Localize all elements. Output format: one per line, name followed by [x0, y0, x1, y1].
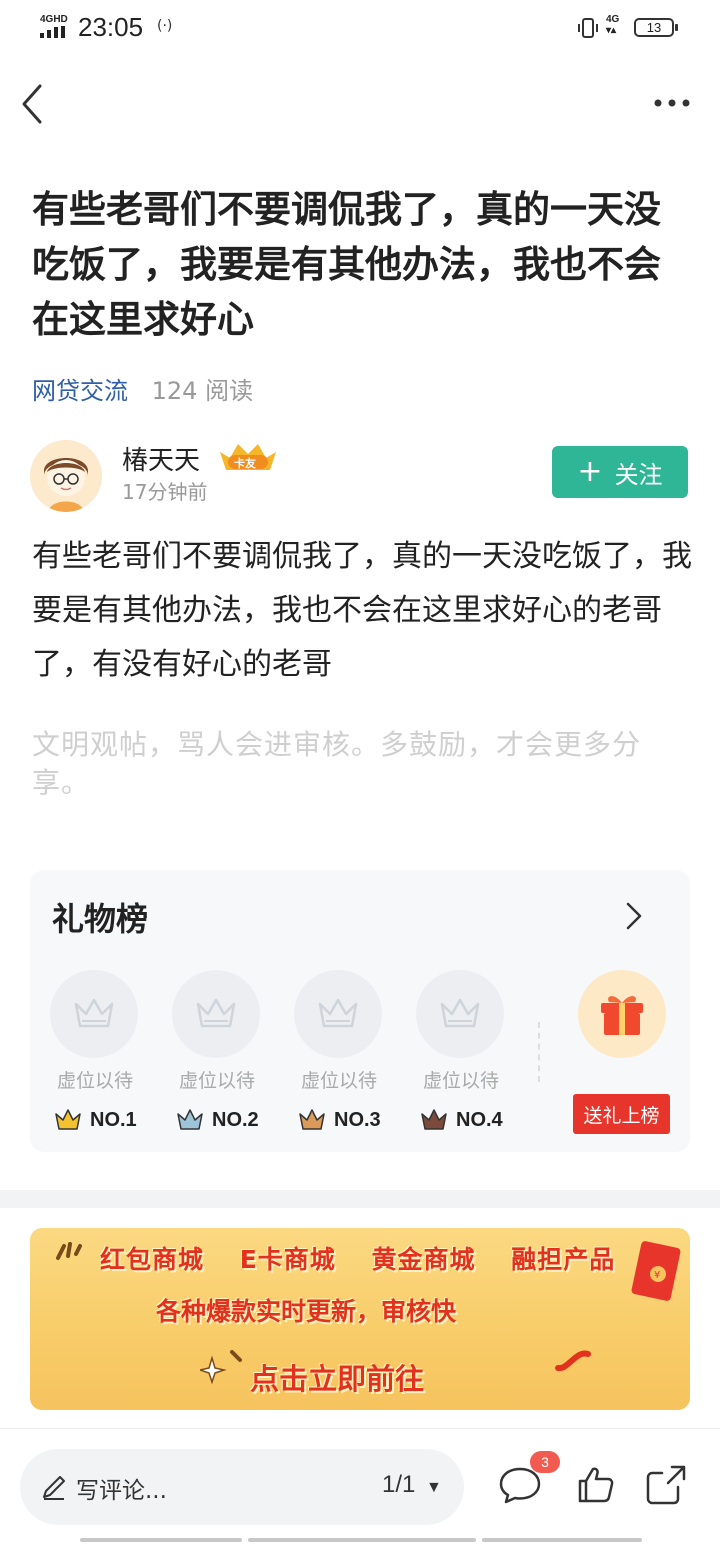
banner-line-2: 各种爆款实时更新，审核快: [156, 1297, 457, 1326]
pencil-icon: [43, 1476, 65, 1500]
network-4g: 4G ▾▴: [606, 14, 620, 36]
svg-text:¥: ¥: [654, 1270, 660, 1281]
clock: 23:05: [78, 12, 144, 42]
card-friend-badge: 卡友: [216, 438, 280, 474]
chevron-right-icon[interactable]: [622, 898, 648, 934]
follow-button[interactable]: + 关注: [552, 446, 688, 498]
hotspot-icon: (·): [157, 18, 173, 34]
slot-label: 虚位以待: [178, 1070, 255, 1092]
status-bar: 4GHD 23:05 (·) 4G ▾▴ 13: [0, 0, 720, 58]
banner-line-1: 红包商城 E卡商城 黄金商城 融担产品: [100, 1245, 616, 1274]
rank-row: NO.3: [298, 1106, 398, 1134]
banner-cta: 点击立即前往: [250, 1362, 425, 1396]
silver-crown-icon: [177, 1109, 203, 1130]
author-name[interactable]: 椿天天: [122, 440, 200, 477]
post-meta: 网贷交流 124 阅读: [32, 374, 253, 408]
share-icon[interactable]: [642, 1461, 690, 1509]
network-type: 4GHD: [40, 14, 68, 25]
empty-slot-avatar: [172, 970, 260, 1058]
caret-down-icon: ▼: [426, 1479, 442, 1496]
crown-outline-icon: [74, 998, 114, 1028]
rank-label: NO.2: [212, 1108, 259, 1131]
rank-row: NO.4: [420, 1106, 520, 1134]
post-body: 有些老哥们不要调侃我了，真的一天没吃饭了，我要是有其他办法，我也不会在这里求好心…: [32, 539, 692, 682]
gift-slot-3[interactable]: 虚位以待 NO.3: [294, 970, 384, 1131]
category-link[interactable]: 网贷交流: [32, 377, 128, 405]
gold-crown-icon: [55, 1109, 81, 1130]
send-gift-rank-button[interactable]: 送礼上榜: [573, 1094, 670, 1134]
send-gift-button[interactable]: [578, 970, 666, 1058]
gift-slot-1[interactable]: 虚位以待 NO.1: [50, 970, 140, 1131]
slot-label: 虚位以待: [56, 1070, 133, 1092]
badge-label: 卡友: [234, 457, 256, 470]
red-envelope-icon: ¥: [631, 1241, 681, 1301]
gift-slot-2[interactable]: 虚位以待 NO.2: [172, 970, 262, 1131]
rank-label: NO.4: [456, 1108, 503, 1131]
crown-outline-icon: [318, 998, 358, 1028]
post-title: 有些老哥们不要调侃我了，真的一天没吃饭了，我要是有其他办法，我也不会在这里求好心: [32, 188, 661, 341]
vibrate-icon: [578, 18, 598, 38]
avatar-illustration-icon: [30, 440, 102, 512]
dashed-divider: [538, 1022, 540, 1082]
gift-slot-4[interactable]: 虚位以待 NO.4: [416, 970, 506, 1131]
slot-label: 虚位以待: [300, 1070, 377, 1092]
bronze-crown-icon: [299, 1109, 325, 1130]
empty-slot-avatar: [294, 970, 382, 1058]
slot-label: 虚位以待: [422, 1070, 499, 1092]
confetti-icon: [555, 1350, 591, 1372]
author-row: 椿天天 卡友 17分钟前 + 关注: [30, 438, 690, 514]
post-time: 17分钟前: [122, 480, 208, 504]
sparkle-icon: [56, 1242, 82, 1260]
bottom-action-bar: 写评论... 1/1 ▼ 3: [0, 1428, 720, 1544]
section-separator: [0, 1190, 720, 1208]
back-icon[interactable]: [18, 82, 48, 126]
crown-outline-icon: [196, 998, 236, 1028]
rank-label: NO.3: [334, 1108, 381, 1131]
top-nav: [0, 60, 720, 150]
civility-notice: 文明观帖，骂人会进审核。多鼓励，才会更多分享。: [32, 728, 642, 799]
brown-crown-icon: [421, 1109, 447, 1130]
signal-icon: [40, 26, 70, 38]
gift-leaderboard: 礼物榜 虚位以待 NO.1 虚位以待 NO.2 虚位以待 NO.3 虚位以待 N…: [30, 870, 690, 1152]
like-icon[interactable]: [572, 1461, 620, 1509]
star-icon: [200, 1350, 242, 1385]
more-options-icon[interactable]: [650, 88, 694, 118]
home-indicator-right: [482, 1538, 642, 1542]
read-count: 124 阅读: [151, 377, 254, 405]
avatar[interactable]: [30, 440, 102, 512]
home-indicator-center: [248, 1538, 476, 1542]
home-indicator-left: [80, 1538, 242, 1542]
crown-outline-icon: [440, 998, 480, 1028]
empty-slot-avatar: [50, 970, 138, 1058]
plus-icon: +: [577, 454, 603, 489]
page-indicator[interactable]: 1/1 ▼: [382, 1471, 442, 1499]
rank-label: NO.1: [90, 1108, 137, 1131]
rank-row: NO.1: [54, 1106, 154, 1134]
battery-icon: 13: [634, 18, 678, 37]
promo-banner[interactable]: 红包商城 E卡商城 黄金商城 融担产品 各种爆款实时更新，审核快 点击立即前往 …: [30, 1228, 690, 1410]
comment-placeholder: 写评论...: [76, 1478, 167, 1504]
comment-input[interactable]: 写评论... 1/1 ▼: [20, 1449, 464, 1525]
gift-board-title: 礼物榜: [52, 900, 149, 938]
gift-box-icon: [601, 996, 643, 1035]
comment-count-badge: 3: [530, 1451, 560, 1473]
empty-slot-avatar: [416, 970, 504, 1058]
follow-label: 关注: [614, 460, 663, 489]
rank-row: NO.2: [176, 1106, 276, 1134]
